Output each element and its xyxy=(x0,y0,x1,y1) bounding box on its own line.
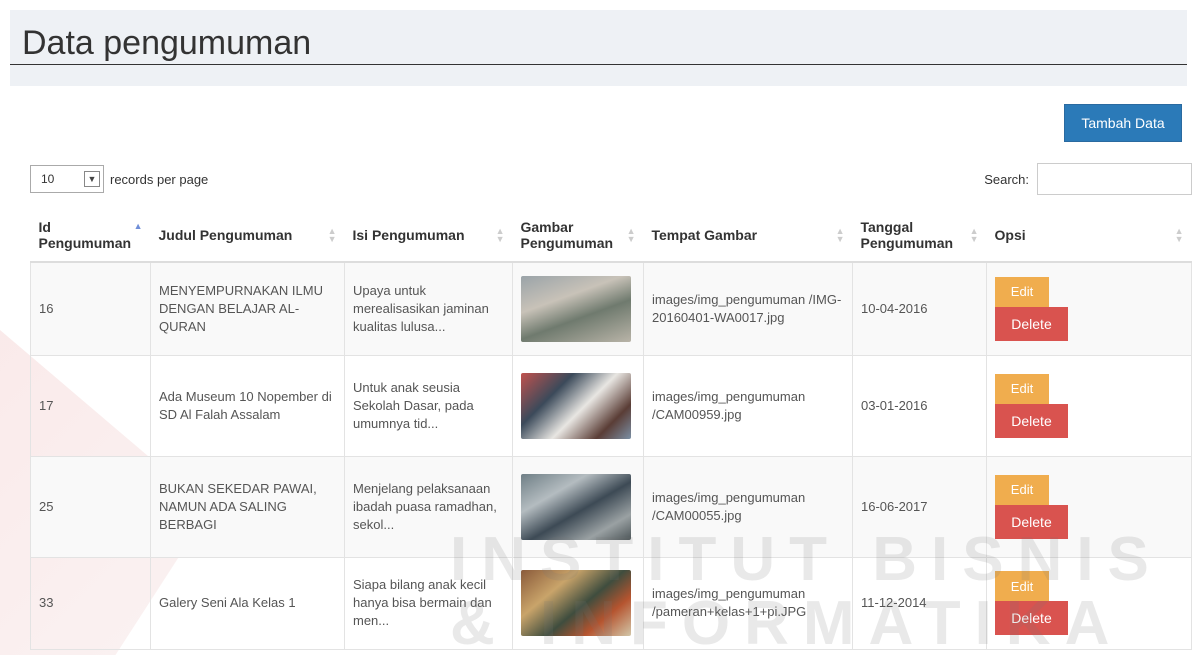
column-header-tempat[interactable]: Tempat Gambar ▲ ▼ xyxy=(643,208,853,263)
announcement-table: Id Pengumuman ▲ Judul Pengumuman ▲ ▼ Isi … xyxy=(30,208,1192,650)
column-header-tanggal[interactable]: Tanggal Pengumuman ▲ ▼ xyxy=(852,208,987,263)
column-header-opsi[interactable]: Opsi ▲ ▼ xyxy=(986,208,1192,263)
cell-id: 33 xyxy=(30,556,151,650)
announcement-thumbnail-image xyxy=(521,570,631,636)
cell-gambar xyxy=(512,455,644,558)
cell-isi: Siapa bilang anak kecil hanya bisa berma… xyxy=(344,556,513,650)
column-header-gambar[interactable]: Gambar Pengumuman ▲ ▼ xyxy=(512,208,644,263)
sort-asc-icon: ▲ xyxy=(133,221,143,232)
page-title: Data pengumuman xyxy=(22,24,312,62)
cell-id: 25 xyxy=(30,455,151,558)
page-header: Data pengumuman xyxy=(10,10,1187,86)
cell-tanggal: 16-06-2017 xyxy=(852,455,987,558)
edit-button[interactable]: Edit xyxy=(995,276,1049,307)
cell-isi: Upaya untuk merealisasikan jaminan kuali… xyxy=(344,261,513,356)
cell-opsi: Edit Delete xyxy=(986,556,1192,650)
table-row: 17 Ada Museum 10 Nopember di SD Al Falah… xyxy=(30,354,1192,457)
chevron-down-icon: ▼ xyxy=(84,171,100,187)
column-header-judul[interactable]: Judul Pengumuman ▲ ▼ xyxy=(150,208,345,263)
cell-opsi: Edit Delete xyxy=(986,354,1192,457)
column-header-isi[interactable]: Isi Pengumuman ▲ ▼ xyxy=(344,208,513,263)
sort-both-icon: ▲ ▼ xyxy=(495,225,505,244)
sort-both-icon: ▲ ▼ xyxy=(626,225,636,244)
announcement-thumbnail-image xyxy=(521,372,631,439)
column-header-id[interactable]: Id Pengumuman ▲ xyxy=(30,208,151,263)
cell-judul: Ada Museum 10 Nopember di SD Al Falah As… xyxy=(150,354,345,457)
delete-button[interactable]: Delete xyxy=(995,403,1068,438)
cell-tempat: images/img_pengumuman /CAM00055.jpg xyxy=(643,455,853,558)
delete-button[interactable]: Delete xyxy=(995,504,1068,539)
table-row: 16 MENYEMPURNAKAN ILMU DENGAN BELAJAR AL… xyxy=(30,261,1192,356)
sort-both-icon: ▲ ▼ xyxy=(1174,225,1184,244)
cell-id: 16 xyxy=(30,261,151,356)
sort-both-icon: ▲ ▼ xyxy=(327,225,337,244)
delete-button[interactable]: Delete xyxy=(995,601,1068,635)
cell-gambar xyxy=(512,261,644,356)
delete-button[interactable]: Delete xyxy=(995,306,1068,341)
cell-gambar xyxy=(512,354,644,457)
cell-judul: MENYEMPURNAKAN ILMU DENGAN BELAJAR AL-QU… xyxy=(150,261,345,356)
records-per-page-label: records per page xyxy=(110,171,209,187)
cell-gambar xyxy=(512,556,644,650)
edit-button[interactable]: Edit xyxy=(995,474,1049,505)
cell-judul: Galery Seni Ala Kelas 1 xyxy=(150,556,345,650)
edit-button[interactable]: Edit xyxy=(995,373,1049,404)
search-control: Search: xyxy=(984,163,1192,195)
cell-isi: Menjelang pelaksanaan ibadah puasa ramad… xyxy=(344,455,513,558)
cell-opsi: Edit Delete xyxy=(986,261,1192,356)
cell-id: 17 xyxy=(30,354,151,457)
cell-tempat: images/img_pengumuman /IMG-20160401-WA00… xyxy=(643,261,853,356)
search-label: Search: xyxy=(984,171,1029,187)
cell-tanggal: 10-04-2016 xyxy=(852,261,987,356)
table-header-row: Id Pengumuman ▲ Judul Pengumuman ▲ ▼ Isi … xyxy=(30,208,1192,263)
sort-both-icon: ▲ ▼ xyxy=(969,225,979,244)
cell-judul: BUKAN SEKEDAR PAWAI, NAMUN ADA SALING BE… xyxy=(150,455,345,558)
cell-tanggal: 11-12-2014 xyxy=(852,556,987,650)
header-divider xyxy=(10,64,1187,65)
announcement-thumbnail-image xyxy=(521,473,631,540)
search-input[interactable] xyxy=(1037,163,1192,195)
cell-isi: Untuk anak seusia Sekolah Dasar, pada um… xyxy=(344,354,513,457)
records-per-page-select[interactable]: 10 ▼ xyxy=(30,165,104,193)
records-per-page-value: 10 xyxy=(41,172,55,186)
announcement-thumbnail-image xyxy=(521,275,631,342)
table-row: 25 BUKAN SEKEDAR PAWAI, NAMUN ADA SALING… xyxy=(30,455,1192,558)
sort-both-icon: ▲ ▼ xyxy=(835,225,845,244)
table-row: 33 Galery Seni Ala Kelas 1 Siapa bilang … xyxy=(30,556,1192,650)
records-per-page-control: 10 ▼ records per page xyxy=(30,165,208,193)
edit-button[interactable]: Edit xyxy=(995,571,1049,601)
add-data-button[interactable]: Tambah Data xyxy=(1064,104,1182,142)
cell-opsi: Edit Delete xyxy=(986,455,1192,558)
cell-tempat: images/img_pengumuman /CAM00959.jpg xyxy=(643,354,853,457)
cell-tempat: images/img_pengumuman /pameran+kelas+1+p… xyxy=(643,556,853,650)
cell-tanggal: 03-01-2016 xyxy=(852,354,987,457)
